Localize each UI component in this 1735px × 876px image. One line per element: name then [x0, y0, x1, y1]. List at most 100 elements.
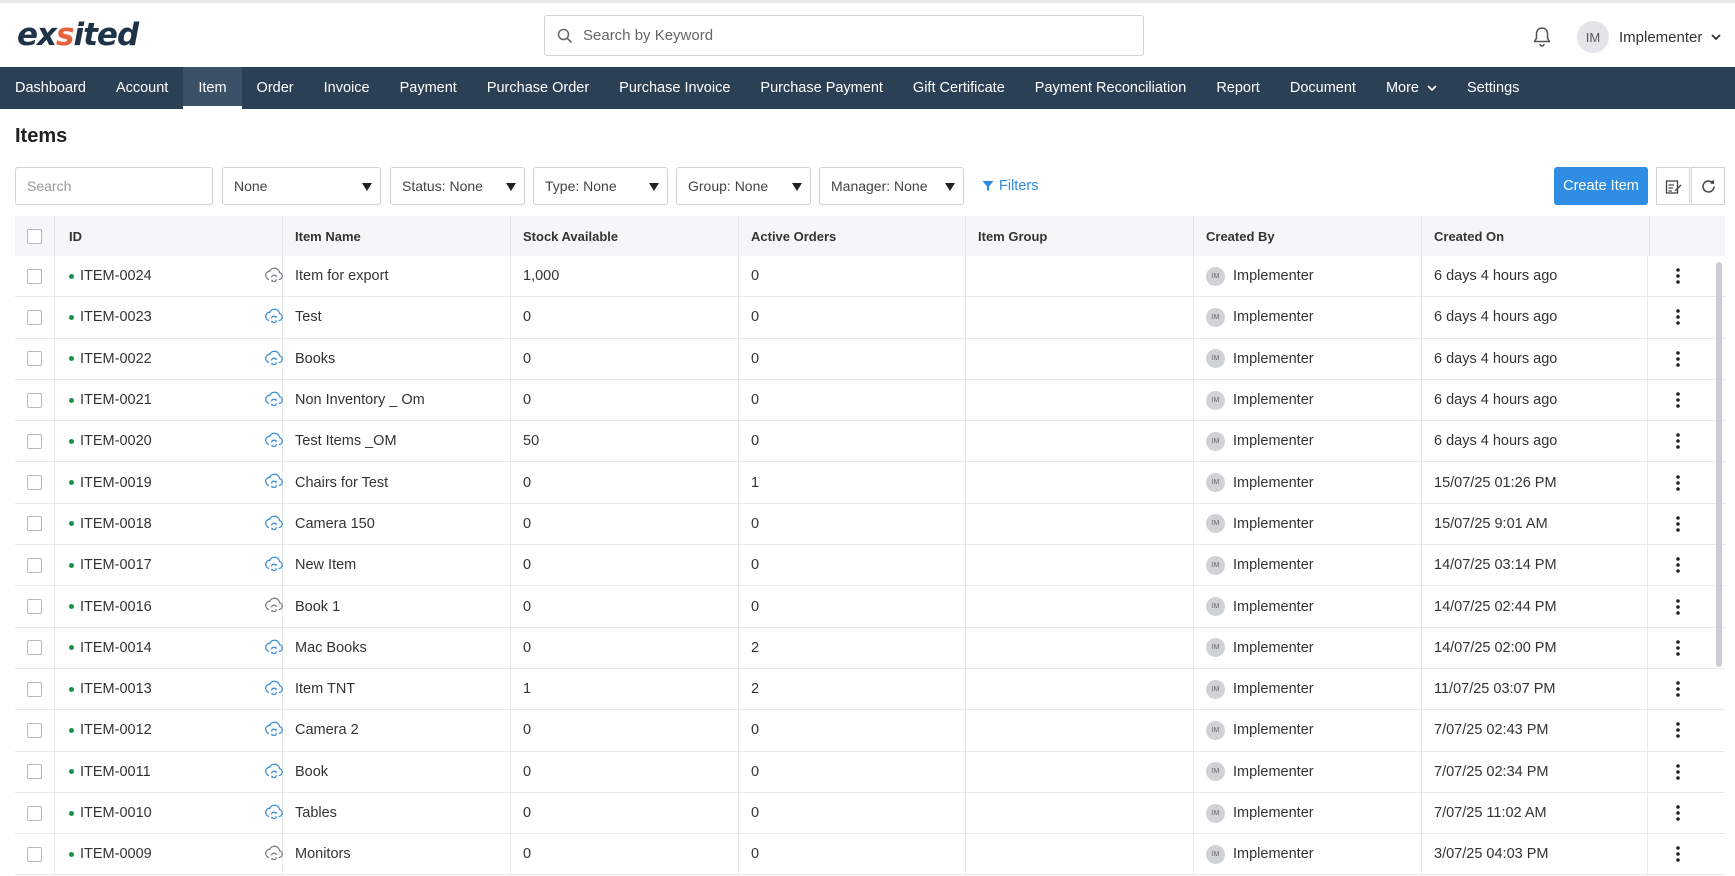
- sync-icon[interactable]: [263, 265, 285, 287]
- row-checkbox[interactable]: [27, 805, 42, 821]
- list-search-input[interactable]: [15, 167, 213, 205]
- global-search[interactable]: [544, 15, 1144, 56]
- nav-item-settings[interactable]: Settings: [1452, 67, 1534, 109]
- item-id-link[interactable]: ITEM-0016: [80, 599, 152, 615]
- table-row[interactable]: ITEM-0024 Item for export 1,000 0 IM Imp…: [15, 256, 1725, 298]
- item-id-link[interactable]: ITEM-0022: [80, 351, 152, 367]
- more-vertical-icon[interactable]: [1676, 598, 1680, 615]
- row-checkbox[interactable]: [27, 722, 42, 738]
- column-header-stock-available[interactable]: Stock Available: [511, 216, 739, 256]
- row-checkbox[interactable]: [27, 475, 42, 491]
- table-row[interactable]: ITEM-0016 Book 1 0 0 IM Implementer 14/0…: [15, 586, 1725, 628]
- table-row[interactable]: ITEM-0023 Test 0 0 IM Implementer 6 days…: [15, 297, 1725, 339]
- sync-icon[interactable]: [263, 306, 285, 328]
- item-id-link[interactable]: ITEM-0024: [80, 268, 152, 284]
- sync-icon[interactable]: [263, 719, 285, 741]
- more-vertical-icon[interactable]: [1676, 516, 1680, 532]
- row-checkbox[interactable]: [27, 640, 42, 656]
- more-vertical-icon[interactable]: [1676, 805, 1680, 821]
- table-row[interactable]: ITEM-0018 Camera 150 0 0 IM Implementer …: [15, 503, 1725, 546]
- more-vertical-icon[interactable]: [1676, 350, 1680, 367]
- sync-icon[interactable]: [263, 802, 285, 824]
- more-vertical-icon[interactable]: [1676, 433, 1680, 450]
- nav-item-dashboard[interactable]: Dashboard: [0, 67, 101, 109]
- table-row[interactable]: ITEM-0020 Test Items _OM 50 0 IM Impleme…: [15, 421, 1725, 463]
- table-row[interactable]: ITEM-0010 Tables 0 0 IM Implementer 7/07…: [15, 792, 1725, 835]
- sync-icon[interactable]: [263, 595, 285, 617]
- table-row[interactable]: ITEM-0014 Mac Books 0 2 IM Implementer 1…: [15, 627, 1725, 669]
- table-row[interactable]: ITEM-0022 Books 0 0 IM Implementer 6 day…: [15, 338, 1725, 380]
- more-vertical-icon[interactable]: [1676, 309, 1680, 326]
- sync-icon[interactable]: [263, 637, 285, 659]
- global-search-input[interactable]: [583, 27, 1123, 44]
- column-header-item-name[interactable]: Item Name: [283, 216, 511, 256]
- more-vertical-icon[interactable]: [1676, 846, 1680, 863]
- view-select[interactable]: None: [222, 167, 381, 205]
- manager-filter[interactable]: Manager: None: [819, 167, 964, 205]
- column-header-id[interactable]: ID: [55, 216, 283, 256]
- group-filter[interactable]: Group: None: [676, 167, 811, 205]
- table-row[interactable]: ITEM-0013 Item TNT 1 2 IM Implementer 11…: [15, 668, 1725, 711]
- item-id-link[interactable]: ITEM-0018: [80, 516, 152, 532]
- type-filter[interactable]: Type: None: [533, 167, 668, 205]
- nav-item-document[interactable]: Document: [1275, 67, 1371, 109]
- sync-icon[interactable]: [263, 843, 285, 865]
- nav-item-report[interactable]: Report: [1201, 67, 1275, 109]
- row-checkbox[interactable]: [27, 764, 42, 780]
- edit-columns-button[interactable]: [1656, 167, 1690, 205]
- nav-item-order[interactable]: Order: [242, 67, 309, 109]
- table-row[interactable]: ITEM-0017 New Item 0 0 IM Implementer 14…: [15, 545, 1725, 587]
- nav-item-payment-reconciliation[interactable]: Payment Reconciliation: [1020, 67, 1202, 109]
- table-row[interactable]: ITEM-0011 Book 0 0 IM Implementer 7/07/2…: [15, 751, 1725, 793]
- nav-item-account[interactable]: Account: [101, 67, 183, 109]
- create-item-button[interactable]: Create Item: [1554, 167, 1648, 205]
- row-checkbox[interactable]: [27, 846, 42, 862]
- sync-icon[interactable]: [263, 678, 285, 700]
- item-id-link[interactable]: ITEM-0012: [80, 722, 152, 738]
- more-vertical-icon[interactable]: [1676, 640, 1680, 656]
- filters-button[interactable]: Filters: [982, 167, 1038, 205]
- table-row[interactable]: ITEM-0012 Camera 2 0 0 IM Implementer 7/…: [15, 710, 1725, 752]
- row-checkbox[interactable]: [27, 599, 42, 615]
- item-id-link[interactable]: ITEM-0021: [80, 392, 152, 408]
- item-id-link[interactable]: ITEM-0011: [80, 764, 151, 780]
- more-vertical-icon[interactable]: [1676, 474, 1680, 491]
- item-id-link[interactable]: ITEM-0017: [80, 557, 152, 573]
- table-row[interactable]: ITEM-0009 Monitors 0 0 IM Implementer 3/…: [15, 834, 1725, 876]
- column-header-created-by[interactable]: Created By: [1194, 216, 1422, 256]
- more-vertical-icon[interactable]: [1676, 681, 1680, 697]
- nav-item-purchase-invoice[interactable]: Purchase Invoice: [604, 67, 745, 109]
- sync-icon[interactable]: [263, 471, 285, 493]
- column-header-active-orders[interactable]: Active Orders: [739, 216, 966, 256]
- sync-icon[interactable]: [263, 761, 285, 783]
- table-row[interactable]: ITEM-0019 Chairs for Test 0 1 IM Impleme…: [15, 462, 1725, 504]
- nav-item-invoice[interactable]: Invoice: [309, 67, 385, 109]
- more-vertical-icon[interactable]: [1676, 722, 1680, 739]
- more-vertical-icon[interactable]: [1676, 557, 1680, 574]
- bell-icon[interactable]: [1532, 26, 1552, 48]
- nav-item-payment[interactable]: Payment: [385, 67, 472, 109]
- nav-item-purchase-order[interactable]: Purchase Order: [472, 67, 604, 109]
- row-checkbox[interactable]: [27, 681, 42, 697]
- item-id-link[interactable]: ITEM-0009: [80, 846, 152, 862]
- item-id-link[interactable]: ITEM-0010: [80, 805, 152, 821]
- item-id-link[interactable]: ITEM-0023: [80, 309, 152, 325]
- more-vertical-icon[interactable]: [1676, 268, 1680, 284]
- more-vertical-icon[interactable]: [1676, 392, 1680, 408]
- row-checkbox[interactable]: [27, 351, 42, 367]
- item-id-link[interactable]: ITEM-0020: [80, 433, 152, 449]
- sync-icon[interactable]: [263, 513, 285, 535]
- row-checkbox[interactable]: [27, 557, 42, 573]
- refresh-button[interactable]: [1691, 167, 1725, 205]
- app-logo[interactable]: exsited: [17, 17, 139, 53]
- item-id-link[interactable]: ITEM-0019: [80, 475, 152, 491]
- sync-icon[interactable]: [263, 389, 285, 411]
- sync-icon[interactable]: [263, 554, 285, 576]
- row-checkbox[interactable]: [27, 268, 42, 284]
- sync-icon[interactable]: [263, 430, 285, 452]
- scrollbar-thumb[interactable]: [1716, 262, 1722, 667]
- row-checkbox[interactable]: [27, 516, 42, 532]
- select-all-checkbox[interactable]: [27, 228, 42, 244]
- item-id-link[interactable]: ITEM-0014: [80, 640, 152, 656]
- row-checkbox[interactable]: [27, 392, 42, 408]
